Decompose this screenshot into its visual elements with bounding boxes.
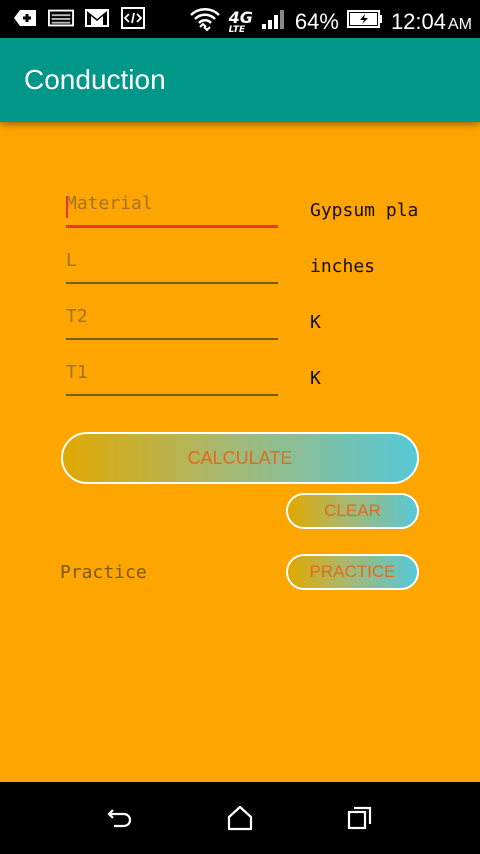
- network-type: 4G LTE: [228, 7, 253, 35]
- back-icon[interactable]: [105, 804, 135, 832]
- signal-icon: [261, 8, 287, 36]
- length-unit: inches: [310, 256, 376, 277]
- text-cursor: [66, 196, 68, 218]
- gallery-icon: [48, 7, 74, 29]
- practice-button[interactable]: PRACTICE: [286, 554, 419, 590]
- status-bar: 4G LTE 64% 12:04 AM: [0, 0, 480, 38]
- material-value: Gypsum pla: [310, 200, 419, 221]
- home-icon[interactable]: [225, 804, 255, 832]
- wifi-icon: [189, 6, 221, 38]
- length-field[interactable]: [66, 244, 278, 284]
- t2-field[interactable]: [66, 300, 278, 340]
- battery-percent: 64%: [294, 9, 339, 34]
- t2-input[interactable]: [66, 300, 278, 340]
- t1-unit: K: [310, 368, 321, 389]
- practice-label: Practice: [60, 562, 147, 583]
- app-bar: Conduction: [0, 38, 480, 122]
- battery-charging-icon: [346, 9, 383, 35]
- material-field[interactable]: [66, 188, 278, 228]
- add-icon: [12, 7, 38, 29]
- clear-button[interactable]: CLEAR: [286, 493, 419, 529]
- calculate-button[interactable]: CALCULATE: [61, 432, 419, 484]
- page-title: Conduction: [24, 64, 166, 95]
- recents-icon[interactable]: [345, 804, 375, 832]
- system-status: 4G LTE 64% 12:04 AM: [189, 6, 472, 38]
- code-icon: [120, 7, 146, 29]
- length-input[interactable]: [66, 244, 278, 284]
- navigation-bar: [0, 782, 480, 854]
- notification-icons: [12, 7, 146, 29]
- material-input[interactable]: [66, 188, 278, 228]
- t1-field[interactable]: [66, 356, 278, 396]
- gmail-icon: [84, 7, 110, 29]
- t2-unit: K: [310, 312, 321, 333]
- clock: 12:04 AM: [390, 9, 472, 34]
- t1-input[interactable]: [66, 356, 278, 396]
